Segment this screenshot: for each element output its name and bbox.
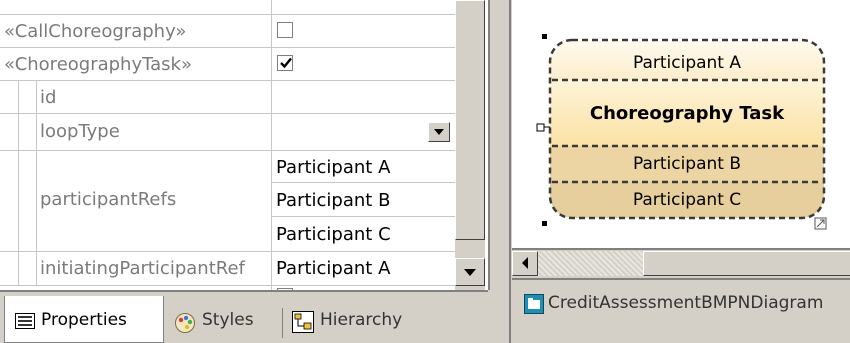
row-divider [0, 251, 455, 252]
arrow-down-icon [464, 269, 476, 276]
tab-bar-border [0, 290, 488, 292]
diagram-horizontal-scrollbar[interactable] [512, 248, 850, 278]
connection-port[interactable] [536, 123, 545, 132]
participant-ref-value[interactable]: Participant C [276, 225, 391, 245]
row-divider [272, 216, 455, 217]
document-tab-bar: CreditAssessmentBMPNDiagram [512, 278, 850, 343]
tab-styles[interactable]: Styles [166, 300, 281, 340]
selection-handle[interactable] [542, 34, 547, 39]
property-label-loop-type: loopType [40, 121, 120, 142]
property-label-participant-refs: participantRefs [40, 189, 177, 210]
indent-guide [36, 81, 37, 286]
indent-guide [18, 81, 19, 286]
participant-a-label: Participant A [633, 53, 741, 73]
tab-bar-border [512, 278, 850, 280]
row-divider [0, 47, 455, 48]
splitter-edge [509, 0, 511, 343]
checkmark-icon [280, 57, 292, 69]
participant-ref-value[interactable]: Participant B [276, 191, 390, 211]
diagram-canvas[interactable]: Participant A Choreography Task Particip… [512, 0, 850, 248]
column-divider [271, 0, 272, 290]
property-label-initiating-participant-ref: initiatingParticipantRef [40, 258, 245, 279]
row-divider [0, 14, 455, 15]
scrollbar-border [512, 248, 850, 250]
scroll-down-button[interactable] [455, 258, 485, 286]
property-label-id: id [40, 87, 57, 108]
arrow-left-icon [522, 257, 528, 269]
panel-tab-bar: Properties Styles Hierarchy [0, 290, 500, 343]
tab-properties[interactable]: Properties [4, 296, 164, 343]
hierarchy-icon [292, 311, 314, 333]
tab-separator [282, 308, 283, 338]
property-label-choreography-task: «ChoreographyTask» [4, 54, 192, 75]
scroll-left-button[interactable] [512, 251, 538, 276]
chevron-down-icon [434, 129, 444, 135]
scrollbar-thumb[interactable] [455, 0, 485, 240]
sub-marker-icon [814, 217, 827, 230]
call-choreography-checkbox[interactable] [277, 22, 293, 38]
participant-ref-value[interactable]: Participant A [276, 158, 390, 178]
row-divider [0, 285, 455, 286]
id-field[interactable] [273, 82, 453, 112]
row-divider [0, 113, 455, 114]
participant-b-label: Participant B [633, 154, 741, 174]
row-divider [0, 150, 455, 151]
row-divider [272, 182, 455, 183]
scrollbar-track[interactable] [538, 251, 643, 276]
properties-icon [15, 313, 35, 329]
choreography-diagram: Participant A Choreography Task Particip… [536, 34, 827, 230]
tab-properties-label: Properties [41, 310, 127, 330]
properties-grid: «CallChoreography» «ChoreographyTask» id… [0, 0, 488, 290]
tab-hierarchy[interactable]: Hierarchy [284, 300, 444, 340]
participant-c-label: Participant C [633, 190, 741, 210]
selection-handle[interactable] [542, 221, 547, 226]
scrollbar-thumb[interactable] [643, 251, 850, 276]
loop-type-select[interactable] [273, 115, 428, 148]
choreography-task-name: Choreography Task [590, 103, 785, 124]
initiating-participant-ref-value[interactable]: Participant A [276, 259, 390, 279]
properties-vertical-scrollbar[interactable] [455, 0, 485, 290]
row-divider [0, 80, 455, 81]
tab-hierarchy-label: Hierarchy [320, 310, 403, 330]
tab-styles-label: Styles [202, 310, 254, 330]
loop-type-dropdown-button[interactable] [428, 122, 450, 142]
choreography-task-checkbox[interactable] [277, 55, 293, 71]
styles-icon [175, 313, 195, 333]
tab-document[interactable]: CreditAssessmentBMPNDiagram [512, 284, 850, 324]
document-tab-label: CreditAssessmentBMPNDiagram [548, 293, 824, 313]
diagram-icon [524, 294, 544, 314]
property-label-call-choreography: «CallChoreography» [4, 21, 187, 42]
